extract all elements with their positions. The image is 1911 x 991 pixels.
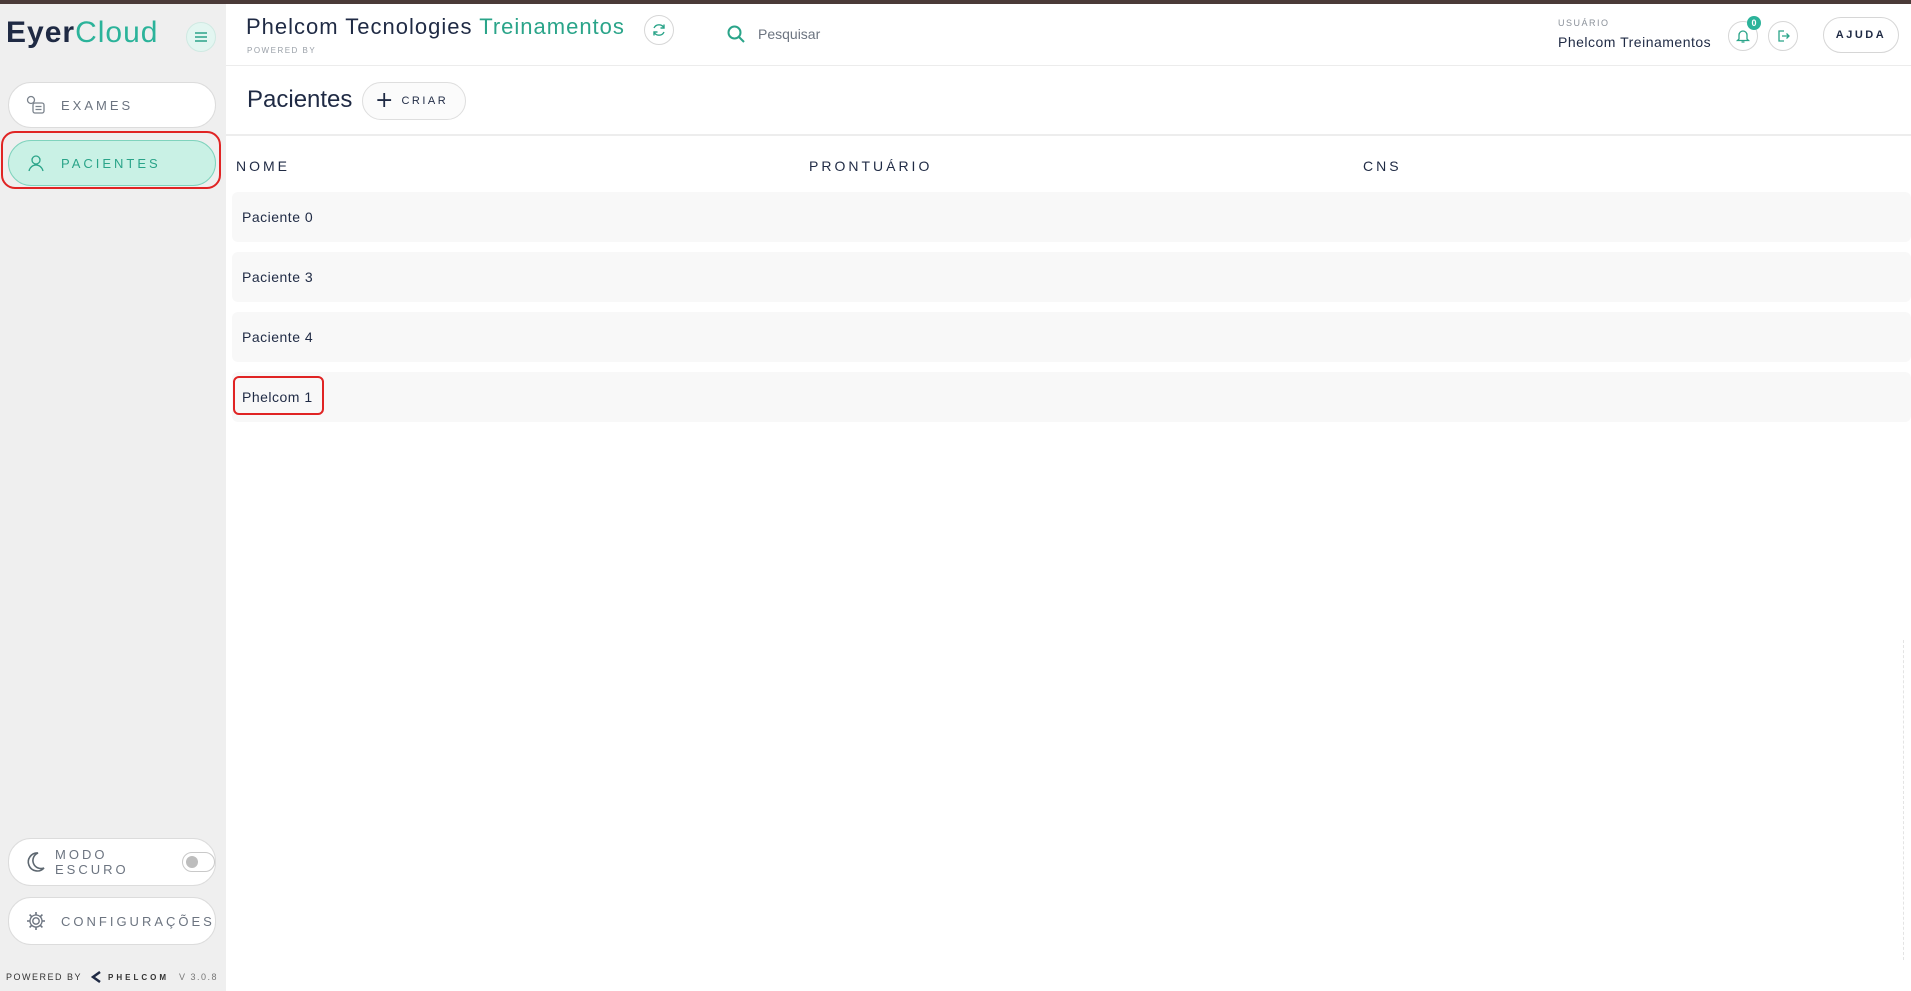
user-caption: USUÁRIO [1558, 18, 1610, 28]
table-row[interactable]: Paciente 4 [232, 312, 1911, 362]
search-bar [726, 24, 1058, 44]
logout-icon [1778, 30, 1790, 42]
logout-button[interactable] [1768, 21, 1798, 51]
help-button[interactable]: AJUDA [1823, 17, 1899, 53]
exams-icon [23, 92, 49, 118]
table-row[interactable]: Paciente 0 [232, 192, 1911, 242]
settings-label: CONFIGURAÇÕES [61, 913, 215, 929]
create-button-label: CRIAR [401, 95, 449, 107]
table-row[interactable]: Paciente 3 [232, 252, 1911, 302]
app-logo[interactable]: EyerCloud [6, 16, 158, 50]
search-icon[interactable] [726, 24, 746, 44]
gear-icon [23, 908, 49, 934]
table-row[interactable]: Phelcom 1 [232, 372, 1911, 422]
powered-by-text: POWERED BY [6, 972, 83, 982]
settings-button[interactable]: CONFIGURAÇÕES [8, 897, 216, 945]
organization-title: Phelcom Tecnologies Treinamentos [246, 14, 625, 40]
annotation-highlight-pacientes [1, 131, 221, 189]
hamburger-icon [195, 32, 207, 42]
dark-mode-toggle-row[interactable]: MODO ESCURO [8, 838, 216, 886]
patient-name: Paciente 0 [242, 209, 314, 225]
annotation-highlight-phelcom-1 [233, 376, 324, 415]
menu-toggle-button[interactable] [186, 22, 216, 52]
dark-mode-label: MODO ESCURO [55, 847, 129, 877]
patient-name: Paciente 4 [242, 329, 314, 345]
logo-eyer: Eyer [6, 16, 76, 49]
phelcom-logo-icon [90, 971, 101, 983]
sidebar-item-exames[interactable]: EXAMES [8, 82, 216, 128]
refresh-button[interactable] [644, 15, 674, 45]
refresh-icon [653, 24, 665, 36]
sidebar-footer: POWERED BY PHELCOM V 3.0.8 [6, 971, 218, 983]
page-header: Pacientes + CRIAR [226, 66, 1911, 136]
top-header: Phelcom Tecnologies Treinamentos POWERED… [226, 4, 1911, 66]
patient-name: Paciente 3 [242, 269, 314, 285]
powered-by-caption: POWERED BY [247, 46, 317, 55]
scrollbar-track[interactable] [1903, 640, 1907, 960]
column-header-cns[interactable]: CNS [1363, 158, 1402, 174]
dark-mode-switch[interactable] [182, 852, 215, 872]
sidebar-item-label: EXAMES [61, 97, 134, 113]
org-name: Phelcom Tecnologies [246, 14, 473, 39]
search-input[interactable] [758, 26, 1058, 42]
logo-cloud: Cloud [75, 16, 159, 49]
column-header-prontuario[interactable]: PRONTUÁRIO [809, 158, 932, 174]
org-suffix: Treinamentos [479, 14, 625, 39]
bell-icon [1735, 30, 1751, 43]
dark-mode-switch-knob [186, 856, 199, 868]
table-header: NOME PRONTUÁRIO CNS [226, 150, 1911, 180]
brand-name: PHELCOM [108, 972, 170, 982]
create-patient-button[interactable]: + CRIAR [362, 82, 466, 120]
user-name: Phelcom Treinamentos [1558, 34, 1712, 50]
notifications-button[interactable]: 0 [1728, 16, 1761, 51]
notification-badge: 0 [1747, 16, 1761, 30]
page-title: Pacientes [247, 86, 353, 113]
plus-icon: + [375, 88, 394, 113]
app-version: V 3.0.8 [179, 972, 219, 982]
moon-icon [23, 849, 47, 875]
column-header-nome[interactable]: NOME [236, 158, 290, 174]
